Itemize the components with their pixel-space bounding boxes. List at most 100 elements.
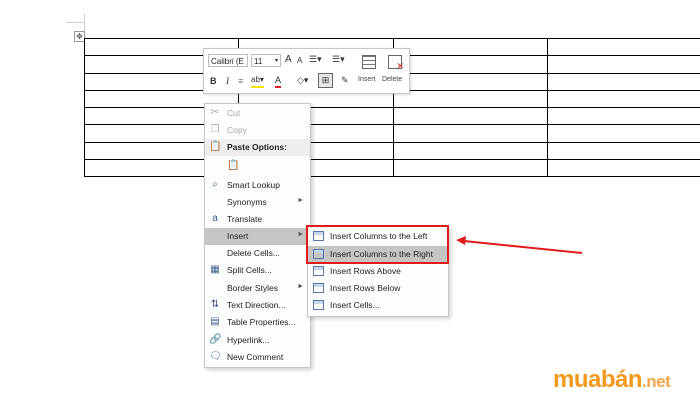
- menu-item-translate[interactable]: a Translate: [205, 211, 310, 228]
- paste-keep-text-option[interactable]: 📋: [205, 156, 310, 176]
- submenu-item-label: Insert Rows Above: [330, 266, 401, 277]
- shrink-font-button[interactable]: A: [297, 55, 302, 67]
- table-cell[interactable]: [548, 73, 700, 90]
- menu-item-text-direction[interactable]: ⇅ Text Direction...: [205, 297, 310, 314]
- table-cell[interactable]: [548, 90, 700, 107]
- bold-button[interactable]: B: [210, 75, 217, 87]
- menu-item-delete-cells[interactable]: Delete Cells...: [205, 245, 310, 262]
- menu-item-insert[interactable]: Insert ►: [205, 228, 310, 245]
- numbering-icon[interactable]: ☰▾: [332, 53, 345, 65]
- bullets-icon[interactable]: ☰▾: [309, 53, 322, 65]
- font-size-value: 11: [254, 57, 262, 66]
- menu-item-label: Split Cells...: [227, 265, 272, 276]
- submenu-item-label: Insert Rows Below: [330, 283, 400, 294]
- insert-row-above-icon: [313, 266, 324, 276]
- menu-item-hyperlink[interactable]: 🔗 Hyperlink...: [205, 332, 310, 349]
- submenu-item-label: Insert Cells...: [330, 300, 380, 311]
- brand-name: muabán: [553, 366, 642, 393]
- magnifier-icon: ⌕: [209, 179, 221, 191]
- scissors-icon: ✂: [209, 107, 221, 119]
- table-row: [85, 125, 700, 142]
- paste-keep-text-icon: 📋: [227, 160, 239, 172]
- table-cell[interactable]: [394, 90, 548, 107]
- table-cell[interactable]: [548, 56, 700, 73]
- menu-item-label: Translate: [227, 214, 262, 225]
- submenu-item-insert-rows-below[interactable]: Insert Rows Below: [308, 280, 448, 297]
- table-cell[interactable]: [394, 73, 548, 90]
- menu-item-label: Border Styles: [227, 283, 278, 294]
- center-align-icon[interactable]: ≡: [238, 75, 243, 87]
- format-painter-icon[interactable]: ✎: [341, 74, 349, 86]
- menu-item-label: Insert: [227, 231, 248, 242]
- brand-logo: muabán.net: [553, 367, 670, 395]
- hyperlink-icon: 🔗: [209, 334, 221, 346]
- font-name-box[interactable]: Calibri (E: [208, 54, 248, 67]
- table-row: [85, 160, 700, 177]
- mini-toolbar: Calibri (E 11▾ A A ☰▾ ☰▾ B I ≡ ab▾ A ◇▾ …: [203, 48, 410, 94]
- menu-item-border-styles[interactable]: Border Styles ►: [205, 280, 310, 297]
- menu-item-copy[interactable]: ❐ Copy: [205, 122, 310, 139]
- submenu-arrow-icon: ►: [297, 283, 304, 290]
- paste-icon: 📋: [209, 141, 221, 153]
- highlight-callout-box: [306, 225, 449, 264]
- menu-item-new-comment[interactable]: 🗨 New Comment: [205, 349, 310, 366]
- font-size-box[interactable]: 11▾: [251, 54, 281, 67]
- menu-item-label: Delete Cells...: [227, 248, 280, 259]
- menu-item-cut[interactable]: ✂ Cut: [205, 105, 310, 122]
- table-cell[interactable]: [394, 56, 548, 73]
- delete-table-icon[interactable]: ✕: [388, 55, 402, 69]
- shading-icon[interactable]: ◇▾: [297, 74, 308, 86]
- table-cell[interactable]: [394, 160, 548, 177]
- context-menu: ✂ Cut ❐ Copy 📋 Paste Options: 📋 ⌕ Smart …: [204, 103, 311, 368]
- submenu-arrow-icon: ►: [297, 197, 304, 204]
- table-cell[interactable]: [548, 125, 700, 142]
- comment-icon: 🗨: [209, 351, 221, 363]
- submenu-item-insert-cells[interactable]: Insert Cells...: [308, 297, 448, 314]
- red-arrow-icon: [452, 234, 584, 256]
- table-cell[interactable]: [394, 125, 548, 142]
- table-cell[interactable]: [548, 142, 700, 159]
- insert-row-below-icon: [313, 283, 324, 293]
- menu-item-label: Text Direction...: [227, 300, 286, 311]
- menu-item-label: Hyperlink...: [227, 335, 270, 346]
- insert-cells-icon: [313, 300, 324, 310]
- menu-item-split-cells[interactable]: ▦ Split Cells...: [205, 262, 310, 279]
- copy-icon: ❐: [209, 124, 221, 136]
- menu-item-label: Smart Lookup: [227, 180, 280, 191]
- highlight-icon[interactable]: ab▾: [251, 74, 264, 88]
- page-corner-marker: [66, 22, 84, 23]
- menu-item-smart-lookup[interactable]: ⌕ Smart Lookup: [205, 177, 310, 194]
- menu-item-label: Table Properties...: [227, 317, 296, 328]
- insert-table-icon[interactable]: [362, 55, 376, 69]
- insert-label[interactable]: Insert: [358, 76, 376, 83]
- translate-icon: a: [209, 213, 221, 225]
- menu-item-label: Synonyms: [227, 197, 267, 208]
- font-name-value: Calibri (E: [211, 57, 244, 66]
- table-cell[interactable]: [548, 160, 700, 177]
- menu-item-table-properties[interactable]: ▤ Table Properties...: [205, 314, 310, 331]
- menu-item-label: Paste Options:: [227, 142, 287, 153]
- menu-item-label: Copy: [227, 125, 247, 136]
- menu-item-label: New Comment: [227, 352, 283, 363]
- table-row: [85, 142, 700, 159]
- table-properties-icon: ▤: [209, 316, 221, 328]
- table-cell[interactable]: [394, 39, 548, 56]
- menu-paste-options-header: 📋 Paste Options:: [205, 139, 310, 156]
- table-cell[interactable]: [548, 39, 700, 56]
- brand-suffix: .net: [642, 372, 670, 391]
- italic-button[interactable]: I: [226, 75, 229, 87]
- table-cell[interactable]: [394, 108, 548, 125]
- submenu-arrow-icon: ►: [297, 231, 304, 238]
- menu-item-label: Cut: [227, 108, 240, 119]
- font-color-button[interactable]: A: [275, 74, 281, 88]
- split-cells-icon: ▦: [209, 264, 221, 276]
- menu-item-synonyms[interactable]: Synonyms ►: [205, 194, 310, 211]
- table-cell[interactable]: [548, 108, 700, 125]
- table-row: [85, 108, 700, 125]
- borders-icon[interactable]: ⊞: [318, 73, 333, 88]
- table-cell[interactable]: [394, 142, 548, 159]
- delete-label[interactable]: Delete: [382, 76, 402, 83]
- submenu-item-insert-rows-above[interactable]: Insert Rows Above: [308, 263, 448, 280]
- text-direction-icon: ⇅: [209, 299, 221, 311]
- grow-font-button[interactable]: A: [285, 54, 292, 66]
